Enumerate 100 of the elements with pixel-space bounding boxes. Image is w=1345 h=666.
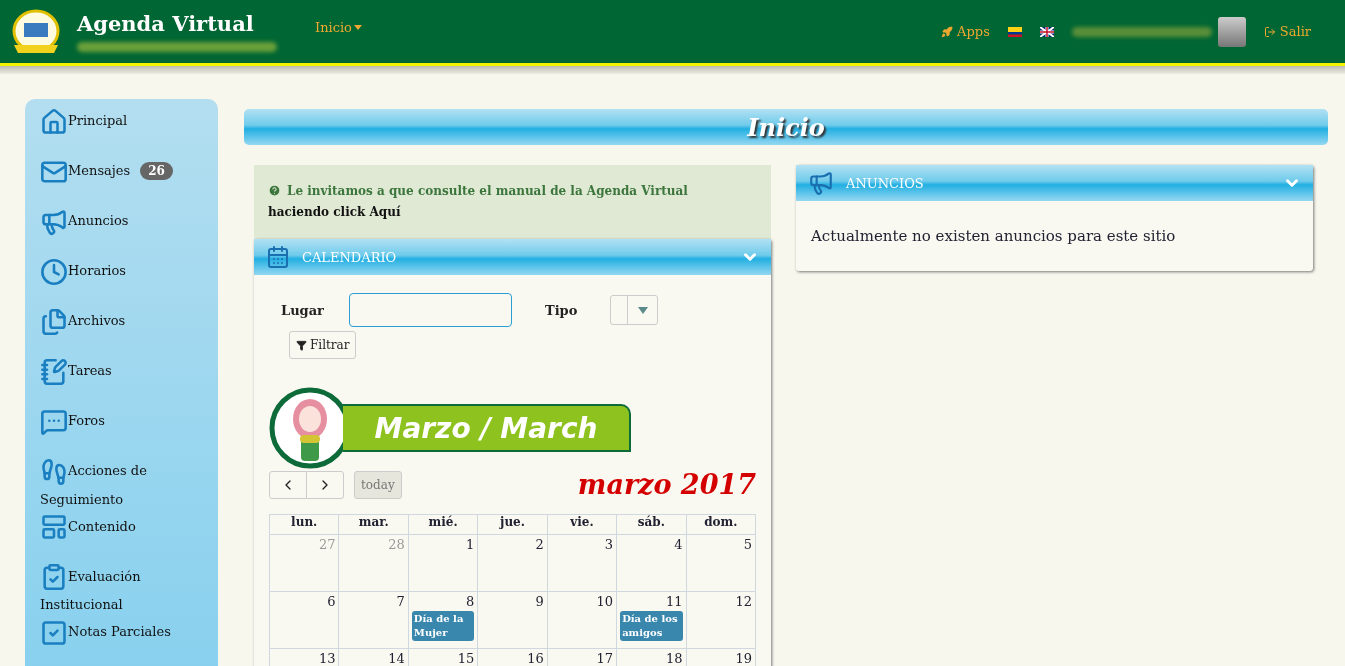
day-number: 7 xyxy=(396,594,405,609)
calendar-event[interactable]: Día de la Mujer xyxy=(411,611,475,641)
day-number: 19 xyxy=(735,651,752,666)
help-icon xyxy=(268,184,281,197)
sidebar-item[interactable]: Foros xyxy=(40,407,218,457)
day-number: 16 xyxy=(527,651,544,666)
school-logo-icon xyxy=(10,8,62,55)
colombia-flag-icon[interactable] xyxy=(1007,26,1022,37)
day-number: 18 xyxy=(666,651,683,666)
sidebar-item[interactable]: Evaluación Institucional xyxy=(40,562,218,618)
sidebar-item[interactable]: Contenido xyxy=(40,512,218,563)
clock-icon xyxy=(40,257,68,286)
weekday-header: mar. xyxy=(339,515,409,535)
next-button[interactable] xyxy=(306,470,344,499)
sidebar-item[interactable]: Principal xyxy=(40,107,218,157)
day-number: 28 xyxy=(388,537,405,552)
notepad-icon xyxy=(40,357,68,386)
calendar-event[interactable]: Día de los amigos xyxy=(620,611,683,641)
weekday-header: mié. xyxy=(408,515,479,535)
sidebar-item[interactable]: Acciones de Seguimiento xyxy=(40,457,218,513)
weekday-header: jue. xyxy=(478,515,548,535)
day-cell[interactable]: 2 xyxy=(478,535,548,592)
month-banner: Marzo / March xyxy=(343,404,631,452)
day-cell[interactable]: 17 xyxy=(547,649,618,666)
manual-link[interactable]: haciendo click Aquí xyxy=(268,205,401,219)
rocket-icon xyxy=(941,25,954,38)
day-number: 14 xyxy=(388,651,405,666)
panel-title: ANUNCIOS xyxy=(846,175,924,191)
weekday-header: lun. xyxy=(270,515,340,535)
day-number: 1 xyxy=(466,537,475,552)
manual-notice: Le invitamos a que consulte el manual de la Agenda Virtual haciendo click Aquí xyxy=(254,165,771,239)
files-icon xyxy=(40,307,68,336)
sidebar-item[interactable]: Tareas xyxy=(40,357,218,407)
day-cell[interactable]: 1 xyxy=(408,535,479,592)
weekday-header: vie. xyxy=(547,515,618,535)
place-label: Lugar xyxy=(281,302,324,318)
home-icon xyxy=(40,107,68,136)
layout-icon xyxy=(40,513,68,541)
day-cell[interactable]: 3 xyxy=(547,535,618,592)
type-select[interactable] xyxy=(610,295,659,325)
day-cell[interactable]: 18 xyxy=(617,649,687,666)
day-cell[interactable]: 14 xyxy=(339,649,409,666)
logout-icon xyxy=(1263,25,1276,38)
day-cell[interactable]: 8 Día de la Mujer xyxy=(408,592,479,649)
dropdown-arrow-icon xyxy=(637,306,648,314)
day-number: 6 xyxy=(327,594,336,609)
day-cell[interactable]: 16 xyxy=(478,649,548,666)
nav-menu-link[interactable]: Inicio xyxy=(315,20,362,35)
logout-link[interactable]: Salir xyxy=(1263,24,1311,39)
filter-button[interactable]: Filtrar xyxy=(289,331,357,359)
day-number: 17 xyxy=(596,651,614,666)
day-cell[interactable]: 15 xyxy=(408,649,479,666)
day-cell[interactable]: 9 xyxy=(478,592,548,649)
sidebar-item[interactable]: Anuncios xyxy=(40,207,218,257)
month-title: marzo 2017 xyxy=(577,469,756,500)
checklist-icon xyxy=(40,563,68,591)
sidebar-item[interactable]: Horarios xyxy=(40,257,218,307)
day-number: 9 xyxy=(535,594,544,609)
day-cell[interactable]: 5 xyxy=(686,535,756,592)
previous-button[interactable] xyxy=(269,470,307,499)
megaphone-icon xyxy=(808,170,834,196)
day-cell[interactable]: 7 xyxy=(339,592,409,649)
day-number: 5 xyxy=(743,537,752,552)
day-number: 8 xyxy=(466,594,475,609)
day-cell[interactable]: 12 xyxy=(686,592,756,649)
place-input-field[interactable] xyxy=(348,293,512,327)
day-cell[interactable]: 4 xyxy=(617,535,687,592)
app-title: Agenda Virtual xyxy=(77,11,255,36)
day-number: 13 xyxy=(318,651,336,666)
day-number: 27 xyxy=(318,537,336,552)
checkbox-icon xyxy=(40,618,68,647)
day-number: 4 xyxy=(674,537,683,552)
empty-message: Actualmente no existen anuncios para este sitio xyxy=(810,226,1177,247)
calendar-icon xyxy=(266,245,290,269)
type-label: Tipo xyxy=(544,302,578,318)
apps-link[interactable]: Apps xyxy=(941,24,990,39)
uk-flag-icon[interactable] xyxy=(1039,26,1054,37)
chat-icon xyxy=(40,407,68,436)
day-number: 11 xyxy=(666,594,683,609)
day-number: 12 xyxy=(735,594,752,609)
day-cell[interactable]: 6 xyxy=(270,592,340,649)
day-cell[interactable]: 19 xyxy=(686,649,756,666)
sidebar-item[interactable]: Archivos xyxy=(40,307,218,357)
megaphone-icon xyxy=(40,207,68,236)
day-cell[interactable]: 10 xyxy=(547,592,618,649)
day-cell[interactable]: 13 xyxy=(270,649,340,666)
count-badge: 26 xyxy=(140,162,173,180)
filter-icon xyxy=(296,339,307,351)
footprints-icon xyxy=(40,457,68,486)
day-number: 15 xyxy=(457,651,475,666)
panel-title: CALENDARIO xyxy=(302,249,397,265)
avatar[interactable] xyxy=(1217,16,1246,47)
day-number: 10 xyxy=(596,594,614,609)
day-number: 3 xyxy=(604,537,614,552)
day-number: 2 xyxy=(535,537,544,552)
weekday-header: sáb. xyxy=(617,515,687,535)
sidebar-item[interactable]: Notas Parciales xyxy=(40,618,218,666)
page-title: Inicio xyxy=(747,112,825,142)
sidebar-item[interactable]: Mensajes 26 xyxy=(40,157,218,207)
day-cell[interactable]: 11 Día de los amigos xyxy=(617,592,687,649)
